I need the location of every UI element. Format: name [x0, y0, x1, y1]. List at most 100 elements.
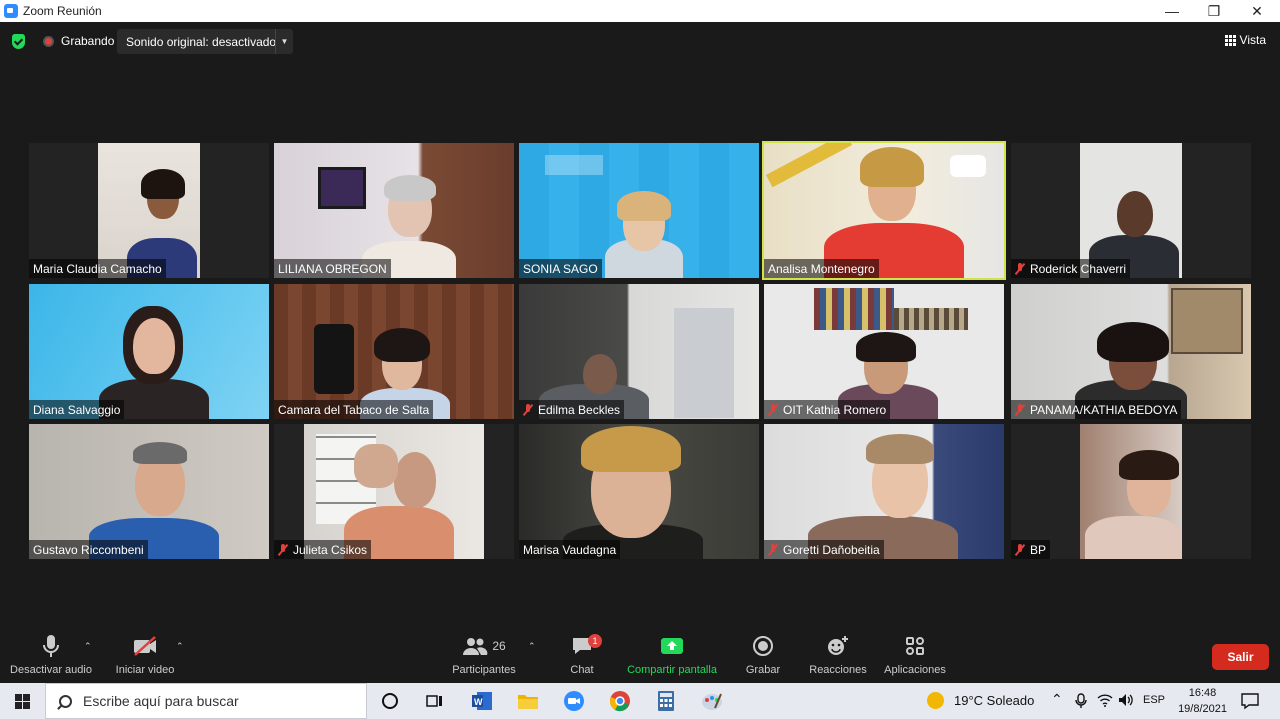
video-camera-off-icon	[132, 630, 158, 662]
search-placeholder: Escribe aquí para buscar	[83, 693, 239, 709]
sun-icon	[927, 692, 944, 709]
participants-button[interactable]: 26 Participantes	[448, 630, 520, 683]
muted-mic-icon	[1015, 543, 1025, 556]
svg-text:W: W	[474, 697, 483, 707]
notifications-icon[interactable]	[1241, 692, 1259, 715]
recording-icon	[43, 36, 54, 47]
meeting-toolbar: Desactivar audio ⌃ Iniciar video ⌃ 26 Pa…	[0, 630, 1280, 683]
window-title: Zoom Reunión	[23, 4, 102, 18]
video-tile[interactable]: OIT Kathia Romero	[764, 284, 1004, 419]
grid-view-icon	[1224, 34, 1236, 46]
reactions-button[interactable]: Reacciones	[806, 630, 870, 683]
paint-app-icon[interactable]	[698, 687, 726, 715]
window-titlebar: Zoom Reunión — ❐ ✕	[0, 0, 1280, 22]
video-tile[interactable]: Edilma Beckles	[519, 284, 759, 419]
task-view-icon[interactable]	[421, 687, 449, 715]
participant-name: Maria Claudia Camacho	[29, 259, 166, 278]
maximize-button[interactable]: ❐	[1194, 0, 1234, 22]
video-tile[interactable]: Camara del Tabaco de Salta	[274, 284, 514, 419]
participant-name: Gustavo Riccombeni	[29, 540, 148, 559]
muted-mic-icon	[1015, 403, 1025, 416]
audio-options-chevron-icon[interactable]: ⌃	[84, 641, 92, 652]
view-button[interactable]: Vista	[1224, 33, 1266, 47]
weather-text: 19°C Soleado	[954, 693, 1035, 708]
original-sound-label: Sonido original: desactivado	[126, 34, 277, 49]
meeting-info-bar: Grabando Sonido original: desactivado ▼ …	[0, 22, 1280, 62]
participants-chevron-icon[interactable]: ⌃	[528, 641, 536, 652]
participant-name: Camara del Tabaco de Salta	[274, 400, 434, 419]
chrome-app-icon[interactable]	[606, 687, 634, 715]
recording-label: Grabando	[61, 34, 115, 48]
minimize-button[interactable]: —	[1152, 0, 1192, 22]
share-screen-button[interactable]: Compartir pantalla	[624, 630, 720, 683]
participant-name: PANAMA/KATHIA BEDOYA	[1011, 400, 1182, 419]
original-sound-toggle[interactable]: Sonido original: desactivado ▼	[117, 29, 293, 54]
meet-now-icon[interactable]	[1074, 693, 1088, 714]
participant-name: LILIANA OBREGON	[274, 259, 391, 278]
participant-name: Marisa Vaudagna	[519, 540, 621, 559]
calculator-app-icon[interactable]	[652, 687, 680, 715]
video-tile[interactable]: Julieta Csikos	[274, 424, 514, 559]
windows-taskbar: Escribe aquí para buscar W 19°C Soleado …	[0, 683, 1280, 719]
chevron-down-icon[interactable]: ▼	[275, 29, 293, 54]
video-tile[interactable]: Maria Claudia Camacho	[29, 143, 269, 278]
participant-name: Analisa Montenegro	[764, 259, 879, 278]
leave-meeting-button[interactable]: Salir	[1212, 644, 1269, 670]
word-app-icon[interactable]: W	[468, 687, 496, 715]
video-tile[interactable]: LILIANA OBREGON	[274, 143, 514, 278]
zoom-logo-icon	[4, 4, 18, 18]
search-icon	[59, 694, 72, 708]
muted-mic-icon	[768, 403, 778, 416]
apps-button[interactable]: Aplicaciones	[880, 630, 950, 683]
clock-date: 19/8/2021	[1178, 703, 1227, 715]
participant-name: BP	[1011, 540, 1051, 559]
video-tile[interactable]: Diana Salvaggio	[29, 284, 269, 419]
view-label: Vista	[1239, 33, 1266, 47]
participant-name: Edilma Beckles	[519, 400, 625, 419]
file-explorer-icon[interactable]	[514, 687, 542, 715]
mute-audio-button[interactable]: Desactivar audio	[10, 630, 92, 683]
muted-mic-icon	[1015, 262, 1025, 275]
windows-logo-icon	[15, 693, 30, 709]
start-button[interactable]	[0, 683, 45, 719]
participant-name: OIT Kathia Romero	[764, 400, 891, 419]
cortana-icon[interactable]	[376, 687, 404, 715]
participant-name: SONIA SAGO	[519, 259, 602, 278]
chat-button[interactable]: 1 Chat	[562, 630, 602, 683]
participant-name: Goretti Dañobeitia	[764, 540, 884, 559]
participants-count: 26	[492, 639, 506, 653]
clock-time: 16:48	[1188, 687, 1217, 699]
show-hidden-icons-chevron-icon[interactable]: ⌃	[1051, 691, 1063, 708]
video-options-chevron-icon[interactable]: ⌃	[176, 641, 184, 652]
apps-icon	[904, 630, 926, 662]
taskbar-search-box[interactable]: Escribe aquí para buscar	[45, 683, 367, 719]
video-tile[interactable]: Gustavo Riccombeni	[29, 424, 269, 559]
volume-icon[interactable]	[1118, 693, 1134, 712]
video-tile[interactable]: SONIA SAGO	[519, 143, 759, 278]
taskbar-clock[interactable]: 16:48 19/8/2021	[1178, 685, 1227, 717]
muted-mic-icon	[768, 543, 778, 556]
video-tile[interactable]: BP	[1011, 424, 1251, 559]
muted-mic-icon	[523, 403, 533, 416]
zoom-app-icon[interactable]	[560, 687, 588, 715]
video-tile[interactable]: Goretti Dañobeitia	[764, 424, 1004, 559]
start-video-button[interactable]: Iniciar video	[112, 630, 178, 683]
close-window-button[interactable]: ✕	[1237, 0, 1277, 22]
wifi-icon[interactable]	[1097, 693, 1113, 712]
input-language[interactable]: ESP	[1143, 694, 1165, 706]
video-tile-active-speaker[interactable]: Analisa Montenegro	[762, 141, 1006, 280]
security-shield-icon[interactable]	[12, 34, 25, 49]
microphone-icon	[40, 630, 62, 662]
participant-name: Roderick Chaverri	[1011, 259, 1131, 278]
video-tile[interactable]: Roderick Chaverri	[1011, 143, 1251, 278]
record-icon	[752, 630, 774, 662]
chat-unread-badge: 1	[588, 634, 602, 648]
participants-icon: 26	[462, 630, 506, 662]
participant-name: Diana Salvaggio	[29, 400, 125, 419]
video-tile[interactable]: Marisa Vaudagna	[519, 424, 759, 559]
chat-icon: 1	[571, 630, 602, 662]
video-tile[interactable]: PANAMA/KATHIA BEDOYA	[1011, 284, 1251, 419]
share-screen-icon	[660, 630, 684, 662]
record-button[interactable]: Grabar	[742, 630, 784, 683]
participant-name: Julieta Csikos	[274, 540, 372, 559]
